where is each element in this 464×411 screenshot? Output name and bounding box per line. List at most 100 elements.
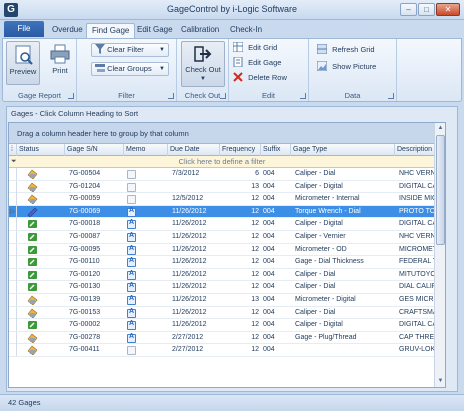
print-button[interactable]: Print xyxy=(43,41,77,85)
row-indicator[interactable] xyxy=(9,243,17,256)
memo-icon[interactable] xyxy=(127,295,136,305)
clear-groups-button[interactable]: Clear Groups ▼ xyxy=(91,62,169,76)
table-row[interactable]: 7G-01204 13 004 Caliper - Digital DIGITAL CA xyxy=(9,180,435,194)
status-green-gage-icon xyxy=(27,282,38,292)
dialog-launcher-icon[interactable] xyxy=(68,93,74,99)
table-row[interactable]: 7G-00018 11/26/2012 12 004 Caliper - Digital… xyxy=(9,218,435,231)
table-row[interactable]: ▷ 7G-00069 11/26/2012 12 004 Torque Wrench - … xyxy=(9,205,435,219)
row-indicator[interactable] xyxy=(9,268,17,281)
memo-icon[interactable] xyxy=(127,257,136,268)
memo-icon[interactable] xyxy=(127,232,136,242)
clear-filter-button[interactable]: Clear Filter ▼ xyxy=(91,43,169,57)
cell-gage-sn: 7G-00095 xyxy=(69,245,101,253)
tab-find-gage[interactable]: Find Gage xyxy=(86,23,136,38)
tab-overdue[interactable]: Overdue xyxy=(47,23,88,38)
row-indicator[interactable] xyxy=(9,331,17,344)
table-row[interactable]: 7G-00504 7/3/2012 6 004 Caliper - Dial NHC VE… xyxy=(9,168,435,181)
table-row[interactable]: 7G-00095 11/26/2012 12 004 Micrometer - OD MI… xyxy=(9,243,435,257)
maximize-button[interactable]: □ xyxy=(418,3,435,16)
row-indicator[interactable] xyxy=(9,344,17,357)
dialog-launcher-icon[interactable] xyxy=(388,93,394,99)
column-header-status[interactable]: Status xyxy=(17,144,65,156)
table-row[interactable]: 7G-00120 11/26/2012 12 004 Caliper - Dial MIT… xyxy=(9,268,435,282)
row-indicator[interactable] xyxy=(9,281,17,294)
group-by-area[interactable]: Drag a column header here to group by th… xyxy=(9,123,435,144)
dialog-launcher-icon[interactable] xyxy=(168,93,174,99)
minimize-button[interactable]: – xyxy=(400,3,417,16)
column-header-gage-sn[interactable]: Gage S/N xyxy=(65,144,124,156)
row-indicator[interactable] xyxy=(9,180,17,193)
memo-icon[interactable] xyxy=(127,182,136,192)
cell-gage-sn: 7G-00278 xyxy=(69,333,101,341)
tab-calibration[interactable]: Calibration xyxy=(176,23,224,38)
memo-icon[interactable] xyxy=(127,207,136,217)
cell-suffix: 004 xyxy=(263,283,275,291)
cell-due-date: 11/26/2012 xyxy=(172,321,207,329)
edit-gage-button[interactable]: Edit Gage xyxy=(233,56,281,69)
table-row[interactable]: 7G-00002 11/26/2012 12 004 Caliper - Digital… xyxy=(9,319,435,332)
table-row[interactable]: 7G-00059 12/5/2012 12 004 Micrometer - Inter… xyxy=(9,193,435,206)
close-button[interactable]: ✕ xyxy=(436,3,460,16)
memo-icon[interactable] xyxy=(127,245,136,255)
cell-description: CRAFTSMA xyxy=(399,308,435,316)
table-row[interactable]: 7G-00087 11/26/2012 12 004 Caliper - Vernier… xyxy=(9,230,435,244)
table-row[interactable]: 7G-00130 11/26/2012 12 004 Caliper - Dial DIA… xyxy=(9,281,435,294)
table-row[interactable]: 7G-00278 2/27/2012 12 004 Gage - Plug/Thread… xyxy=(9,331,435,345)
memo-icon[interactable] xyxy=(127,308,136,318)
row-indicator[interactable] xyxy=(9,230,17,243)
show-picture-button[interactable]: Show Picture xyxy=(317,60,376,73)
preview-button[interactable]: Preview xyxy=(6,41,40,85)
row-indicator[interactable] xyxy=(9,218,17,231)
row-indicator[interactable] xyxy=(9,293,17,306)
cell-due-date: 11/26/2012 xyxy=(172,308,207,316)
row-indicator[interactable] xyxy=(9,168,17,180)
memo-icon[interactable] xyxy=(127,320,136,331)
dialog-launcher-icon[interactable] xyxy=(220,93,226,99)
column-header-gage-type[interactable]: Gage Type xyxy=(291,144,395,156)
row-indicator[interactable] xyxy=(9,319,17,332)
row-indicator[interactable] xyxy=(9,306,17,319)
memo-icon[interactable] xyxy=(127,346,136,356)
delete-row-button[interactable]: Delete Row xyxy=(233,71,287,84)
file-tab[interactable]: File xyxy=(4,21,44,37)
cell-suffix: 004 xyxy=(263,170,275,177)
memo-icon[interactable] xyxy=(127,270,136,280)
tab-check-in[interactable]: Check-In xyxy=(225,23,267,38)
memo-icon[interactable] xyxy=(127,219,136,230)
table-row[interactable]: 7G-00139 11/26/2012 13 004 Micrometer - Digi… xyxy=(9,293,435,307)
table-row[interactable]: 7G-00110 11/26/2012 12 004 Gage - Dial Thick… xyxy=(9,256,435,269)
row-selector-header[interactable]: ⁞ xyxy=(9,144,17,156)
cell-gage-type: Caliper - Digital xyxy=(295,220,343,228)
table-row[interactable]: 7G-00153 11/26/2012 12 004 Caliper - Dial CRA… xyxy=(9,306,435,320)
scroll-down-icon[interactable]: ▼ xyxy=(436,377,445,386)
dialog-launcher-icon[interactable] xyxy=(300,93,306,99)
scroll-thumb[interactable] xyxy=(436,135,445,245)
cell-suffix: 004 xyxy=(263,295,275,303)
cell-due-date: 2/27/2012 xyxy=(172,333,204,341)
row-indicator[interactable]: ▷ xyxy=(9,205,17,218)
table-row[interactable]: 7G-00411 2/27/2012 12 004 GRUV-LOK U xyxy=(9,344,435,357)
memo-icon[interactable] xyxy=(127,282,136,293)
edit-group-label: Edit xyxy=(262,91,275,100)
check-out-button[interactable]: Check Out ▼ xyxy=(181,41,225,87)
scroll-up-icon[interactable]: ▲ xyxy=(436,124,445,133)
column-header-description[interactable]: Description xyxy=(395,144,435,156)
row-indicator[interactable] xyxy=(9,193,17,206)
cell-due-date: 11/26/2012 xyxy=(172,295,207,303)
memo-icon[interactable] xyxy=(127,195,136,205)
column-header-frequency[interactable]: Frequency xyxy=(220,144,261,156)
column-header-memo[interactable]: Memo xyxy=(124,144,168,156)
panel-title: Gages - Click Column Heading to Sort xyxy=(11,109,139,118)
refresh-grid-button[interactable]: Refresh Grid xyxy=(317,43,375,56)
column-header-due-date[interactable]: Due Date xyxy=(168,144,220,156)
column-header-suffix[interactable]: Suffix xyxy=(261,144,291,156)
edit-grid-button[interactable]: Edit Grid xyxy=(233,41,277,54)
tab-edit-gage[interactable]: Edit Gage xyxy=(132,23,178,38)
preview-label: Preview xyxy=(9,67,37,76)
filter-row[interactable]: ⏷ Click here to define a filter xyxy=(9,156,435,168)
vertical-scrollbar[interactable]: ▲ ▼ xyxy=(434,123,445,387)
memo-icon[interactable] xyxy=(127,333,136,343)
cell-description: GES MICRO xyxy=(399,295,435,303)
row-indicator[interactable] xyxy=(9,256,17,269)
memo-icon[interactable] xyxy=(127,170,136,179)
